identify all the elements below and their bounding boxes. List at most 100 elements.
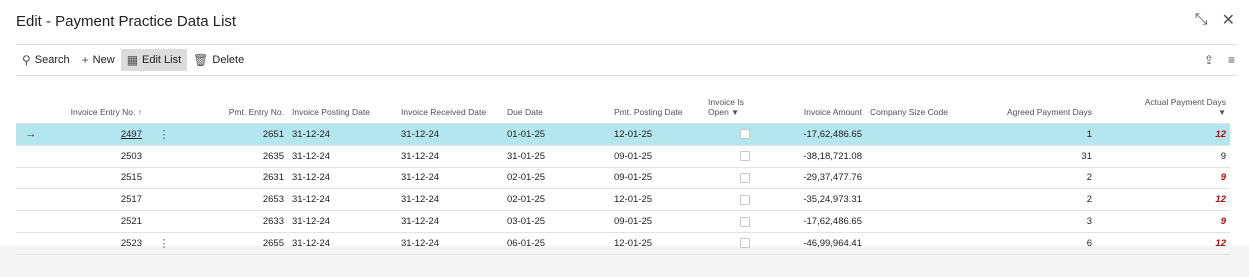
col-invoice-entry-no[interactable]: Invoice Entry No. ↑ <box>46 87 146 124</box>
invoice-is-open-cell[interactable] <box>704 188 786 211</box>
row-actions-cell[interactable] <box>146 188 182 211</box>
invoice-received-date-cell[interactable]: 31-12-24 <box>397 166 503 189</box>
table-row[interactable]: 2503 2635 31-12-24 31-12-24 31-01-25 09-… <box>16 144 1230 168</box>
pmt-entry-no-cell[interactable]: 2655 <box>182 231 288 255</box>
invoice-entry-no-cell[interactable]: 2523 <box>46 231 146 255</box>
agreed-payment-days-cell[interactable]: 2 <box>976 166 1096 189</box>
row-selector[interactable] <box>16 210 46 233</box>
search-button[interactable]: ⚲ Search <box>16 49 76 71</box>
invoice-is-open-cell[interactable] <box>704 144 786 168</box>
due-date-cell[interactable]: 02-01-25 <box>503 166 610 189</box>
actual-payment-days-cell[interactable]: 9 <box>1096 166 1230 189</box>
invoice-entry-no-cell[interactable]: 2497 <box>46 123 146 146</box>
invoice-is-open-cell[interactable] <box>704 123 786 146</box>
actual-payment-days-cell[interactable]: 12 <box>1096 188 1230 211</box>
due-date-cell[interactable]: 31-01-25 <box>503 144 610 168</box>
row-actions-cell[interactable] <box>146 210 182 233</box>
invoice-amount-cell[interactable]: -29,37,477.76 <box>786 166 866 189</box>
invoice-amount-cell[interactable]: -38,18,721.08 <box>786 144 866 168</box>
row-selector[interactable] <box>16 166 46 189</box>
company-size-code-cell[interactable] <box>866 188 976 211</box>
row-actions-icon[interactable]: ⋮ <box>159 129 170 141</box>
invoice-received-date-cell[interactable]: 31-12-24 <box>397 231 503 255</box>
delete-button[interactable]: 🗑 Delete <box>187 49 250 71</box>
col-pmt-posting-date[interactable]: Pmt. Posting Date <box>610 87 704 124</box>
col-pmt-entry-no[interactable]: Pmt. Entry No. <box>182 87 288 124</box>
pmt-entry-no-cell[interactable]: 2653 <box>182 188 288 211</box>
due-date-cell[interactable]: 02-01-25 <box>503 188 610 211</box>
actual-payment-days-cell[interactable]: 12 <box>1096 231 1230 255</box>
agreed-payment-days-cell[interactable]: 3 <box>976 210 1096 233</box>
actual-payment-days-cell[interactable]: 9 <box>1096 144 1230 168</box>
invoice-received-date-cell[interactable]: 31-12-24 <box>397 123 503 146</box>
col-invoice-posting-date[interactable]: Invoice Posting Date <box>288 87 397 124</box>
col-agreed-payment-days[interactable]: Agreed Payment Days <box>976 87 1096 124</box>
invoice-is-open-checkbox[interactable] <box>740 216 750 227</box>
row-selector[interactable] <box>16 188 46 211</box>
invoice-posting-date-cell[interactable]: 31-12-24 <box>288 144 397 168</box>
row-actions-icon[interactable]: ⋮ <box>159 238 170 250</box>
invoice-is-open-cell[interactable] <box>704 210 786 233</box>
row-selector[interactable] <box>16 144 46 168</box>
pmt-posting-date-cell[interactable]: 09-01-25 <box>610 210 704 233</box>
col-invoice-amount[interactable]: Invoice Amount <box>786 87 866 124</box>
table-row[interactable]: 2517 2653 31-12-24 31-12-24 02-01-25 12-… <box>16 188 1230 211</box>
actual-payment-days-cell[interactable]: 9 <box>1096 210 1230 233</box>
table-row[interactable]: 2515 2631 31-12-24 31-12-24 02-01-25 09-… <box>16 166 1230 189</box>
company-size-code-cell[interactable] <box>866 144 976 168</box>
company-size-code-cell[interactable] <box>866 123 976 146</box>
row-selector[interactable] <box>16 231 46 255</box>
invoice-received-date-cell[interactable]: 31-12-24 <box>397 188 503 211</box>
col-invoice-received-date[interactable]: Invoice Received Date <box>397 87 503 124</box>
invoice-is-open-checkbox[interactable] <box>740 194 750 205</box>
agreed-payment-days-cell[interactable]: 6 <box>976 231 1096 255</box>
invoice-posting-date-cell[interactable]: 31-12-24 <box>288 231 397 255</box>
invoice-is-open-cell[interactable] <box>704 166 786 189</box>
col-actual-payment-days[interactable]: Actual Payment Days ▼ <box>1096 87 1230 124</box>
invoice-entry-no-cell[interactable]: 2503 <box>46 144 146 168</box>
agreed-payment-days-cell[interactable]: 2 <box>976 188 1096 211</box>
invoice-amount-cell[interactable]: -17,62,486.65 <box>786 210 866 233</box>
invoice-entry-no-cell[interactable]: 2521 <box>46 210 146 233</box>
pmt-posting-date-cell[interactable]: 12-01-25 <box>610 188 704 211</box>
due-date-cell[interactable]: 01-01-25 <box>503 123 610 146</box>
actual-payment-days-cell[interactable]: 12 <box>1096 123 1230 146</box>
pmt-posting-date-cell[interactable]: 12-01-25 <box>610 231 704 255</box>
invoice-entry-no-cell[interactable]: 2517 <box>46 188 146 211</box>
due-date-cell[interactable]: 06-01-25 <box>503 231 610 255</box>
list-view-icon[interactable]: ≡ <box>1228 53 1235 67</box>
invoice-amount-cell[interactable]: -46,99,964.41 <box>786 231 866 255</box>
invoice-amount-cell[interactable]: -17,62,486.65 <box>786 123 866 146</box>
agreed-payment-days-cell[interactable]: 1 <box>976 123 1096 146</box>
row-actions-cell[interactable]: ⋮ <box>146 231 182 255</box>
invoice-entry-no-link[interactable]: 2497 <box>121 129 142 140</box>
row-selector[interactable]: → <box>16 123 46 146</box>
invoice-posting-date-cell[interactable]: 31-12-24 <box>288 123 397 146</box>
pmt-entry-no-cell[interactable]: 2651 <box>182 123 288 146</box>
due-date-cell[interactable]: 03-01-25 <box>503 210 610 233</box>
invoice-is-open-cell[interactable] <box>704 231 786 255</box>
invoice-entry-no-cell[interactable]: 2515 <box>46 166 146 189</box>
invoice-amount-cell[interactable]: -35,24,973.31 <box>786 188 866 211</box>
col-company-size-code[interactable]: Company Size Code <box>866 87 976 124</box>
invoice-posting-date-cell[interactable]: 31-12-24 <box>288 188 397 211</box>
company-size-code-cell[interactable] <box>866 231 976 255</box>
invoice-posting-date-cell[interactable]: 31-12-24 <box>288 210 397 233</box>
pmt-posting-date-cell[interactable]: 12-01-25 <box>610 123 704 146</box>
invoice-posting-date-cell[interactable]: 31-12-24 <box>288 166 397 189</box>
invoice-is-open-checkbox[interactable] <box>740 172 750 183</box>
pmt-entry-no-cell[interactable]: 2633 <box>182 210 288 233</box>
new-button[interactable]: + New <box>76 49 121 71</box>
agreed-payment-days-cell[interactable]: 31 <box>976 144 1096 168</box>
col-invoice-is-open[interactable]: Invoice Is Open ▼ <box>704 87 786 124</box>
invoice-is-open-checkbox[interactable] <box>740 151 750 162</box>
col-due-date[interactable]: Due Date <box>503 87 610 124</box>
table-row[interactable]: → 2497 ⋮ 2651 31-12-24 31-12-24 01-01-25… <box>16 123 1230 146</box>
close-icon[interactable]: ✕ <box>1222 10 1235 30</box>
pmt-entry-no-cell[interactable]: 2631 <box>182 166 288 189</box>
pmt-entry-no-cell[interactable]: 2635 <box>182 144 288 168</box>
invoice-received-date-cell[interactable]: 31-12-24 <box>397 210 503 233</box>
table-row[interactable]: 2523 ⋮ 2655 31-12-24 31-12-24 06-01-25 1… <box>16 231 1230 255</box>
invoice-received-date-cell[interactable]: 31-12-24 <box>397 144 503 168</box>
pmt-posting-date-cell[interactable]: 09-01-25 <box>610 166 704 189</box>
